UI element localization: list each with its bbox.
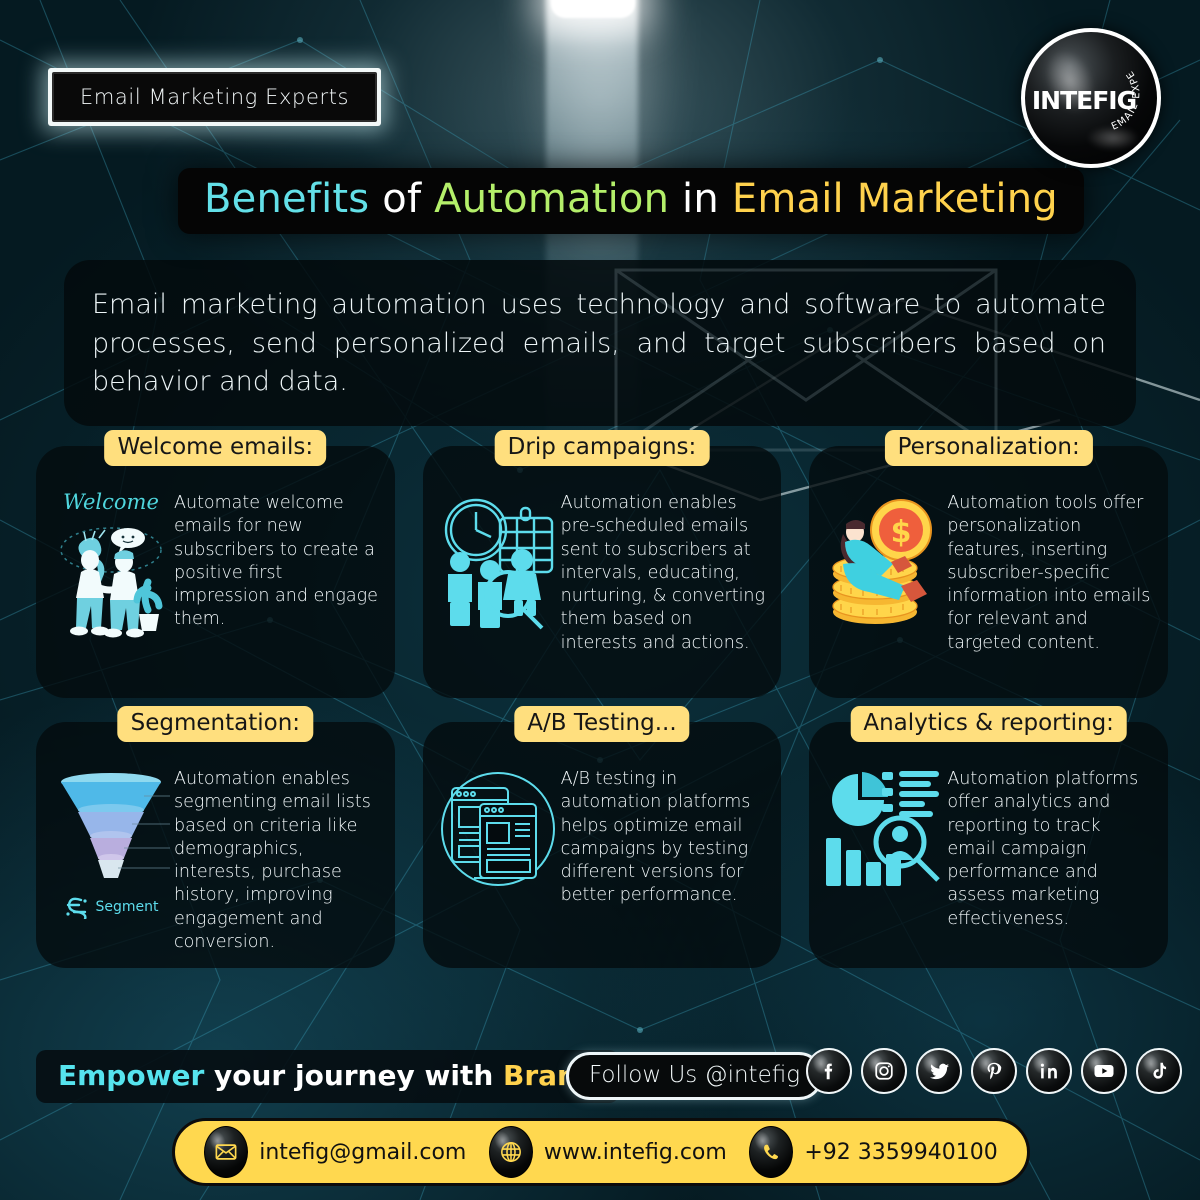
follow-us-pill[interactable]: Follow Us @intefig (566, 1052, 824, 1100)
empower-line: Empower your journey with Brand (58, 1059, 597, 1092)
empower-word-empower: Empower (58, 1059, 205, 1092)
contact-email[interactable]: intefig@gmail.com (204, 1126, 466, 1178)
twitter-icon[interactable] (916, 1048, 962, 1094)
contact-bar: intefig@gmail.com www.intefig.com +92 33… (172, 1118, 1030, 1186)
follow-us-label: Follow Us @intefig (589, 1062, 801, 1088)
facebook-icon[interactable] (806, 1048, 852, 1094)
phone-icon (749, 1126, 794, 1178)
card-body-ab-testing: A/B testing in automation platforms help… (560, 769, 751, 906)
brand-logo: INTEFIG EMAIL EXPERT (1021, 28, 1161, 168)
social-links (806, 1048, 1182, 1094)
linkedin-icon[interactable] (1026, 1048, 1072, 1094)
email-icon (204, 1126, 249, 1178)
charts-magnifier-person-icon (821, 766, 947, 890)
card-body-personalization: Automation tools offer personalization f… (947, 493, 1151, 653)
card-title-welcome-emails: Welcome emails: (104, 430, 327, 466)
card-body-welcome-emails: Automate welcome emails for new subscrib… (174, 493, 378, 630)
segment-logo-label: Segment (95, 899, 159, 915)
svg-text:$: $ (891, 515, 912, 550)
ab-window-compare-icon (435, 766, 561, 892)
page-title-bar: Benefits of Automation in Email Marketin… (178, 168, 1084, 234)
title-word-in: in (682, 176, 719, 222)
instagram-icon[interactable] (861, 1048, 907, 1094)
benefits-grid: Welcome emails: Welcome Automate welcome… (36, 430, 1168, 969)
pinterest-icon[interactable] (971, 1048, 1017, 1094)
clock-calendar-people-icon (435, 490, 561, 630)
card-ab-testing[interactable]: A/B Testing... A/B testing in automation… (422, 706, 782, 969)
card-analytics-reporting[interactable]: Analytics & reporting: Automation platfo… (809, 706, 1168, 969)
card-title-ab-testing: A/B Testing... (514, 706, 690, 742)
description-panel: Email marketing automation uses technolo… (64, 260, 1136, 452)
card-body-drip-campaigns: Automation enables pre-scheduled emails … (560, 493, 766, 653)
contact-website[interactable]: www.intefig.com (488, 1126, 727, 1178)
empower-word-journey: your journey with (214, 1059, 494, 1092)
card-title-personalization: Personalization: (884, 430, 1093, 466)
contact-email-text: intefig@gmail.com (259, 1139, 467, 1165)
tagline-badge: Email Marketing Experts (48, 68, 382, 126)
empower-banner: Empower your journey with Brand (36, 1050, 620, 1103)
tagline-badge-inner: Email Marketing Experts (52, 72, 378, 122)
segment-logo-icon (65, 897, 87, 919)
card-title-drip-campaigns: Drip campaigns: (494, 430, 710, 466)
card-segmentation[interactable]: Segmentation: Segment Automation enables… (36, 706, 395, 969)
funnel-segment-icon: Segment (48, 766, 174, 919)
card-title-segmentation: Segmentation: (117, 706, 314, 742)
card-body-analytics-reporting: Automation platforms offer analytics and… (947, 769, 1139, 929)
title-word-automation: Automation (434, 176, 670, 222)
card-drip-campaigns[interactable]: Drip campaigns: Automation enables pre-s… (422, 430, 782, 698)
title-word-benefits: Benefits (204, 176, 370, 222)
svg-text:EMAIL EXPERT: EMAIL EXPERT (1025, 32, 1142, 133)
tiktok-icon[interactable] (1136, 1048, 1182, 1094)
card-welcome-emails[interactable]: Welcome emails: Welcome Automate welcome… (36, 430, 395, 698)
tagline-text: Email Marketing Experts (80, 85, 350, 109)
title-word-of: of (382, 176, 422, 222)
youtube-icon[interactable] (1081, 1048, 1127, 1094)
contact-website-text: www.intefig.com (543, 1139, 727, 1165)
logo-arc-text: EMAIL EXPERT (1025, 32, 1142, 133)
light-source (551, 0, 635, 18)
card-personalization[interactable]: Personalization: $ Automation tools offe… (809, 430, 1168, 698)
contact-phone[interactable]: +92 3359940100 (749, 1126, 998, 1178)
page-title: Benefits of Automation in Email Marketin… (204, 176, 1058, 222)
card-title-analytics-reporting: Analytics & reporting: (850, 706, 1127, 742)
contact-phone-text: +92 3359940100 (804, 1139, 998, 1165)
coins-dollar-person-icon: $ (821, 490, 947, 626)
card-body-segmentation: Automation enables segmenting email list… (174, 769, 371, 952)
title-word-email-marketing: Email Marketing (731, 176, 1058, 222)
welcome-handshake-icon: Welcome (48, 490, 174, 645)
globe-icon (488, 1126, 533, 1178)
